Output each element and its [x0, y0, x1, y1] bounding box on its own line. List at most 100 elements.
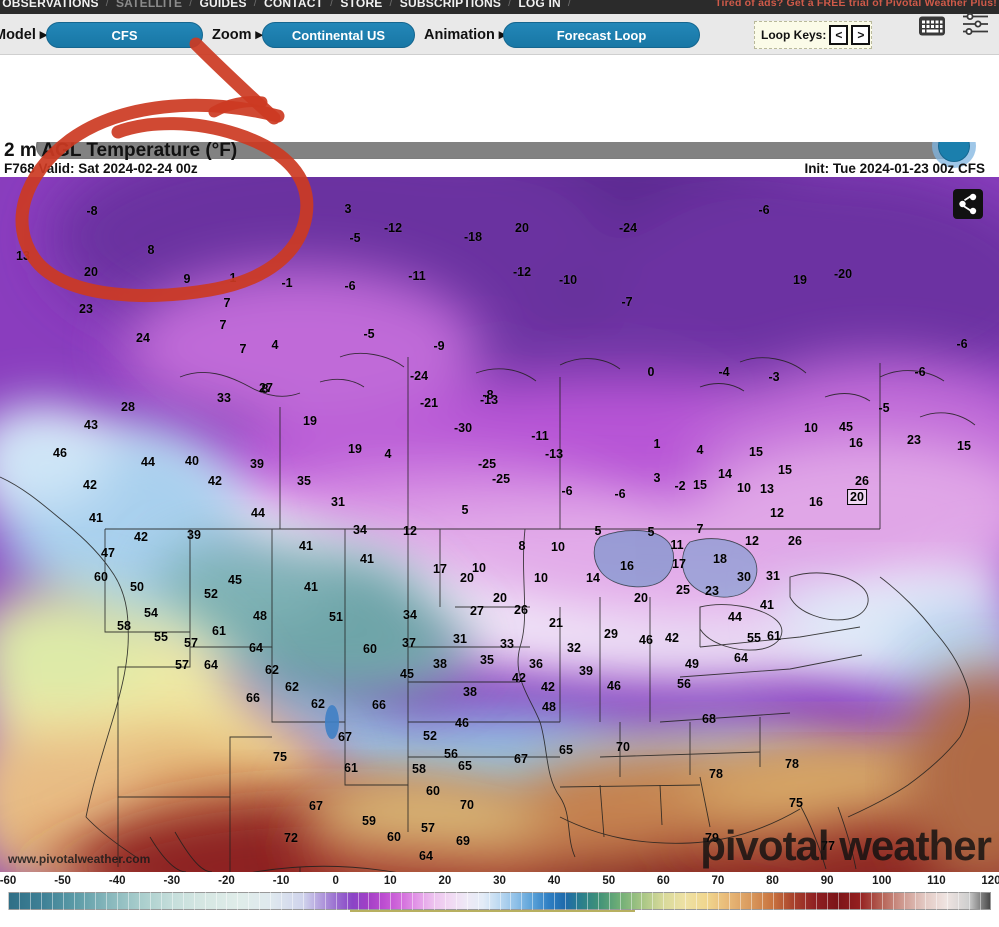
temperature-label: 47 [101, 546, 115, 560]
temperature-label: 15 [749, 445, 763, 459]
map-valid-time: F768 Valid: Sat 2024-02-24 00z [4, 161, 198, 176]
temperature-label: -18 [463, 230, 483, 244]
temperature-label: 20 [847, 489, 867, 505]
temperature-label: -11 [408, 269, 426, 283]
temperature-label: 31 [766, 569, 780, 583]
temperature-label: -13 [479, 393, 499, 407]
temperature-label: 68 [702, 712, 716, 726]
temperature-label: 35 [480, 653, 494, 667]
temperature-label: 13 [760, 482, 774, 496]
temperature-label: 66 [372, 698, 386, 712]
temperature-label: 39 [187, 528, 201, 542]
temperature-label: 27 [259, 381, 273, 395]
temperature-label: 52 [204, 587, 218, 601]
temperature-label: 65 [458, 759, 472, 773]
temperature-label: -10 [558, 273, 578, 287]
temperature-label: -24 [618, 221, 638, 235]
temperature-label: 56 [677, 677, 691, 691]
temperature-label: 15 [778, 463, 792, 477]
loop-keys-label: Loop Keys: [761, 28, 827, 42]
keyboard-icon[interactable] [919, 16, 945, 36]
temperature-label: 46 [53, 446, 67, 460]
temperature-label: 20 [84, 265, 98, 279]
temperature-label: 51 [329, 610, 343, 624]
zoom-menu-label[interactable]: Zoom ▸ [212, 27, 263, 43]
temperature-label: 70 [460, 798, 474, 812]
model-select-button[interactable]: CFS [46, 22, 203, 48]
temperature-label: -6 [956, 337, 968, 351]
color-scale-tick-40: 40 [547, 875, 561, 887]
weather-map[interactable]: 13 -8 8 20 9 1 -1 23 7 7 24 7 4 3 -5 -12 -11 -6 -5 -9 -18 20-… [0, 177, 999, 872]
color-scale-tick--60: -60 [0, 875, 17, 887]
temperature-label: -5 [349, 231, 361, 245]
temperature-label: -24 [409, 369, 429, 383]
temperature-label: 38 [463, 685, 477, 699]
animation-menu-label[interactable]: Animation ▸ [424, 27, 506, 43]
settings-sliders-icon[interactable] [962, 13, 989, 36]
temperature-label: 60 [387, 830, 401, 844]
color-scale-tick-20: 20 [438, 875, 452, 887]
color-scale-tick-90: 90 [820, 875, 834, 887]
temperature-label: 41 [299, 539, 313, 553]
temperature-label: 33 [500, 637, 514, 651]
temperature-label: 52 [423, 729, 437, 743]
temperature-label: 39 [250, 457, 264, 471]
temperature-label: -1 [281, 276, 293, 290]
temperature-label: 27 [470, 604, 484, 618]
temperature-label: 45 [839, 420, 853, 434]
temperature-label: 42 [512, 671, 526, 685]
zoom-select-button[interactable]: Continental US [262, 22, 415, 48]
temperature-label: 57 [421, 821, 435, 835]
temperature-label: 35 [297, 474, 311, 488]
temperature-label: 10 [804, 421, 818, 435]
temperature-label: 3 [344, 202, 352, 216]
temperature-label: 39 [579, 664, 593, 678]
temperature-label: -2 [674, 479, 686, 493]
promo-text[interactable]: Tired of ads? Get a FREE trial of Pivota… [715, 0, 997, 9]
nav-link-contact[interactable]: CONTACT [257, 0, 330, 10]
temperature-label: 19 [793, 273, 807, 287]
animation-select-button[interactable]: Forecast Loop [503, 22, 700, 48]
nav-link-store[interactable]: STORE [333, 0, 389, 10]
temperature-label: 45 [400, 667, 414, 681]
temperature-label: 64 [204, 658, 218, 672]
temperature-label: 18 [713, 552, 727, 566]
nav-link-log-in[interactable]: LOG IN [511, 0, 568, 10]
color-scale-tick--40: -40 [108, 875, 126, 887]
temperature-label: -12 [383, 221, 403, 235]
temperature-label: 23 [705, 584, 719, 598]
temperature-label: 28 [121, 400, 135, 414]
map-init-time: Init: Tue 2024-01-23 00z CFS [804, 161, 985, 176]
temperature-label: 78 [709, 767, 723, 781]
temperature-label: 41 [304, 580, 318, 594]
temperature-label: 17 [672, 557, 686, 571]
temperature-label: 19 [303, 414, 317, 428]
nav-link-satellite[interactable]: SATELLITE [109, 0, 189, 10]
loop-key-prev-button[interactable]: < [829, 25, 849, 45]
temperature-label: 69 [456, 834, 470, 848]
temperature-label: 10 [737, 481, 751, 495]
loop-key-next-button[interactable]: > [851, 25, 871, 45]
temperature-label: 1 [229, 271, 237, 285]
temperature-label: -4 [718, 365, 730, 379]
temperature-label: -21 [419, 396, 439, 410]
playback-controls: |< < ▶ > >| Loop speed: [0, 108, 999, 241]
nav-link-subscriptions[interactable]: SUBSCRIPTIONS [393, 0, 508, 10]
temperature-label: 61 [767, 629, 781, 643]
temperature-label: 14 [586, 571, 600, 585]
nav-link-guides[interactable]: GUIDES [192, 0, 253, 10]
temperature-label: 41 [760, 598, 774, 612]
share-icon[interactable] [953, 189, 983, 219]
temperature-label: 7 [239, 342, 247, 356]
color-scale-tick--10: -10 [272, 875, 290, 887]
temperature-label: 10 [551, 540, 565, 554]
temperature-label: -11 [531, 429, 549, 443]
nav-link-observations[interactable]: OBSERVATIONS [0, 0, 106, 10]
color-scale-tick-70: 70 [711, 875, 725, 887]
temperature-label: -12 [512, 265, 532, 279]
temperature-label: 20 [493, 591, 507, 605]
temperature-label: 8 [147, 243, 155, 257]
temperature-label: 36 [529, 657, 543, 671]
temperature-label: 55 [154, 630, 168, 644]
model-menu-label[interactable]: Model ▸ [0, 27, 47, 43]
